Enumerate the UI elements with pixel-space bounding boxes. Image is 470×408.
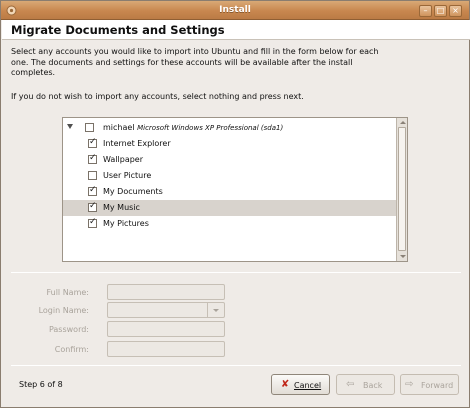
- divider: [11, 365, 461, 366]
- arrow-left-icon: ⇦: [346, 379, 355, 390]
- item-checkbox[interactable]: [88, 217, 97, 228]
- account-user-name: michael: [103, 123, 135, 132]
- account-row-michael[interactable]: michael Microsoft Windows XP Professiona…: [63, 120, 396, 136]
- list-item[interactable]: Internet Explorer: [63, 136, 396, 152]
- expander-triangle-icon[interactable]: [67, 124, 73, 129]
- account-os-label: Microsoft Windows XP Professional (sda1): [137, 124, 284, 132]
- list-item[interactable]: My Pictures: [63, 216, 396, 232]
- scrollbar-thumb[interactable]: [398, 127, 406, 251]
- item-label: User Picture: [103, 171, 152, 180]
- back-label: Back: [363, 381, 383, 390]
- title-bar[interactable]: Install – □ ×: [1, 1, 469, 20]
- item-checkbox[interactable]: [88, 171, 97, 180]
- chevron-down-icon: [213, 309, 219, 312]
- full-name-field[interactable]: [107, 284, 225, 300]
- maximize-icon[interactable]: □: [434, 5, 447, 17]
- forward-button[interactable]: ⇨ Forward: [400, 374, 459, 395]
- full-name-label: Full Name:: [46, 288, 89, 297]
- password-field[interactable]: [107, 321, 225, 337]
- login-name-field[interactable]: [107, 302, 208, 318]
- intro-text: Select any accounts you would like to im…: [11, 47, 379, 77]
- item-checkbox[interactable]: [88, 153, 97, 164]
- item-label: Internet Explorer: [103, 139, 171, 148]
- confirm-label: Confirm:: [54, 345, 89, 354]
- password-label: Password:: [48, 325, 89, 334]
- minimize-icon[interactable]: –: [419, 5, 432, 17]
- cancel-label: Cancel: [294, 381, 322, 390]
- page-title: Migrate Documents and Settings: [11, 23, 225, 37]
- scroll-down-icon[interactable]: [400, 255, 406, 258]
- cancel-icon: ✘: [281, 379, 290, 390]
- forward-label: Forward: [421, 381, 454, 390]
- item-label: Wallpaper: [103, 155, 144, 164]
- divider: [11, 272, 461, 273]
- vertical-scrollbar[interactable]: [396, 118, 407, 261]
- item-label: My Music: [103, 203, 140, 212]
- accounts-tree[interactable]: michael Microsoft Windows XP Professiona…: [62, 117, 408, 262]
- item-checkbox[interactable]: [88, 185, 97, 196]
- page-header: Migrate Documents and Settings: [2, 20, 470, 40]
- skip-hint-text: If you do not wish to import any account…: [11, 92, 304, 101]
- item-label: My Documents: [103, 187, 163, 196]
- login-name-dropdown-button[interactable]: [207, 302, 225, 318]
- item-checkbox[interactable]: [88, 201, 97, 212]
- arrow-right-icon: ⇨: [405, 379, 414, 390]
- installer-window: Install – □ × Migrate Documents and Sett…: [0, 0, 470, 408]
- list-item[interactable]: My Documents: [63, 184, 396, 200]
- list-item[interactable]: Wallpaper: [63, 152, 396, 168]
- account-checkbox[interactable]: [85, 123, 94, 132]
- back-button[interactable]: ⇦ Back: [336, 374, 395, 395]
- close-icon[interactable]: ×: [449, 5, 462, 17]
- step-indicator: Step 6 of 8: [19, 380, 63, 389]
- login-name-label: Login Name:: [38, 306, 89, 315]
- list-item[interactable]: User Picture: [63, 168, 396, 184]
- confirm-password-field[interactable]: [107, 341, 225, 357]
- scroll-up-icon[interactable]: [400, 121, 406, 124]
- item-label: My Pictures: [103, 219, 149, 228]
- item-checkbox[interactable]: [88, 137, 97, 148]
- cancel-button[interactable]: ✘ Cancel: [271, 374, 330, 395]
- window-title: Install: [219, 5, 251, 15]
- list-item-selected[interactable]: My Music: [63, 200, 396, 216]
